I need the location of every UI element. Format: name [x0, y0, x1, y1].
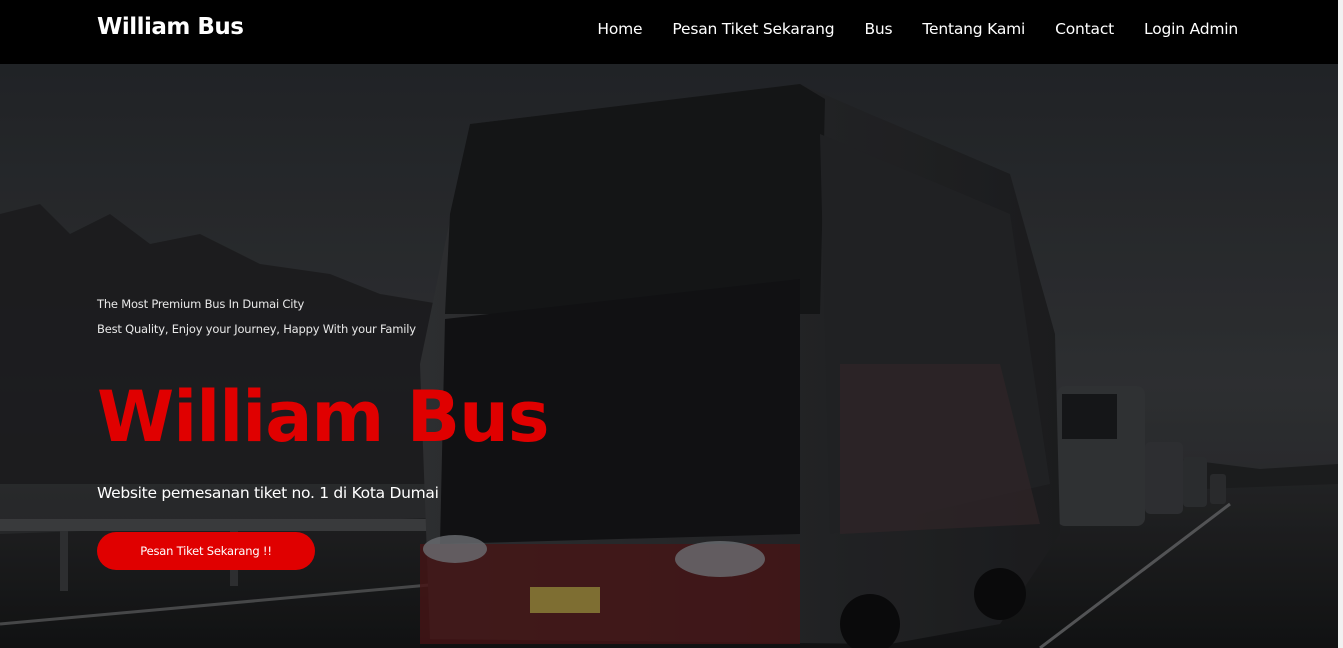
nav-item-home[interactable]: Home — [597, 20, 642, 38]
nav-item-pesan-tiket[interactable]: Pesan Tiket Sekarang — [672, 20, 834, 38]
hero-tagline-2: Best Quality, Enjoy your Journey, Happy … — [97, 322, 416, 336]
hero-subtitle: Website pemesanan tiket no. 1 di Kota Du… — [97, 484, 439, 502]
nav-item-contact[interactable]: Contact — [1055, 20, 1114, 38]
nav-links: Home Pesan Tiket Sekarang Bus Tentang Ka… — [597, 20, 1238, 38]
nav-item-tentang-kami[interactable]: Tentang Kami — [922, 20, 1025, 38]
nav-item-bus[interactable]: Bus — [864, 20, 892, 38]
brand-logo[interactable]: William Bus — [97, 14, 244, 40]
navbar: William Bus Home Pesan Tiket Sekarang Bu… — [0, 0, 1343, 64]
hero-title: William Bus — [97, 376, 550, 458]
hero-tagline-1: The Most Premium Bus In Dumai City — [97, 297, 305, 311]
pesan-tiket-button[interactable]: Pesan Tiket Sekarang !! — [97, 532, 315, 570]
hero-section: The Most Premium Bus In Dumai City Best … — [0, 64, 1338, 648]
page-scrollbar[interactable] — [1338, 0, 1343, 648]
nav-item-login-admin[interactable]: Login Admin — [1144, 20, 1238, 38]
